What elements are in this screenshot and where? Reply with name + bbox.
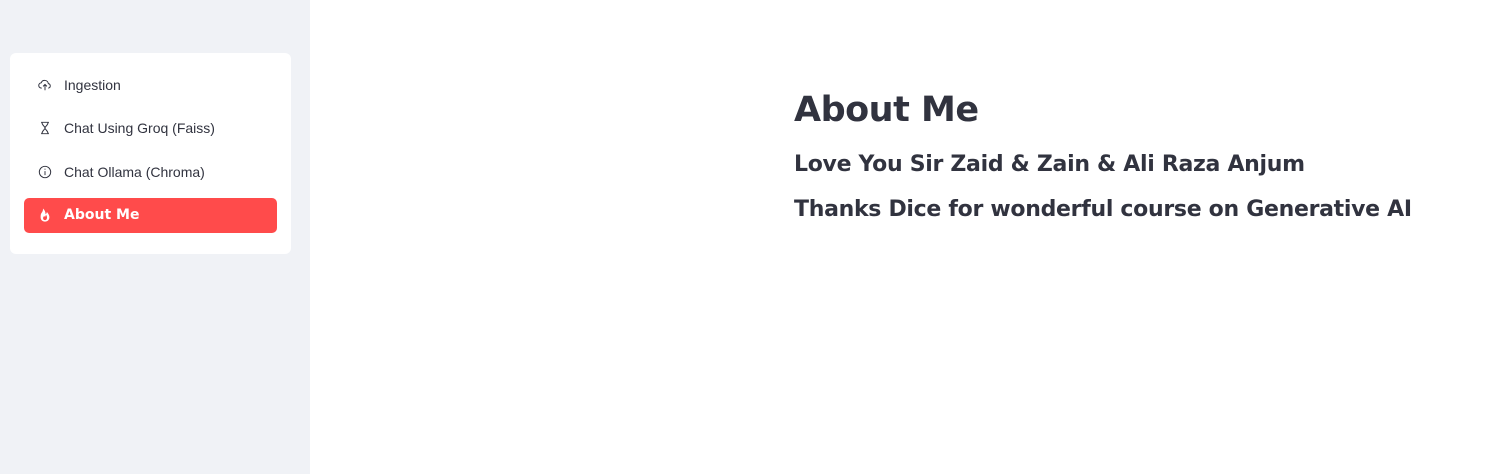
menu-item-label: Chat Using Groq (Faiss) [64,120,215,136]
menu-item-label: About Me [64,207,140,223]
hourglass-icon [38,121,52,135]
dedication-line: Love You Sir Zaid & Zain & Ali Raza Anju… [794,152,1305,177]
main-content: About Me Love You Sir Zaid & Zain & Ali … [310,0,1502,474]
app-root: Ingestion Chat Using Groq (Faiss) Chat O… [0,0,1502,474]
menu-item-ingestion[interactable]: Ingestion [24,67,277,102]
menu-item-about-me[interactable]: About Me [24,197,277,233]
fire-icon [38,208,52,222]
info-circle-icon [38,165,52,179]
menu-item-label: Ingestion [64,76,121,93]
sidebar: Ingestion Chat Using Groq (Faiss) Chat O… [0,0,310,474]
option-menu: Ingestion Chat Using Groq (Faiss) Chat O… [10,53,291,254]
page-title: About Me [794,90,979,130]
cloud-upload-icon [38,78,52,92]
menu-item-chat-groq[interactable]: Chat Using Groq (Faiss) [24,111,277,146]
about-section: About Me Love You Sir Zaid & Zain & Ali … [794,90,1412,242]
menu-item-chat-ollama[interactable]: Chat Ollama (Chroma) [24,154,277,189]
menu-item-label: Chat Ollama (Chroma) [64,163,205,180]
thanks-line: Thanks Dice for wonderful course on Gene… [794,197,1412,222]
